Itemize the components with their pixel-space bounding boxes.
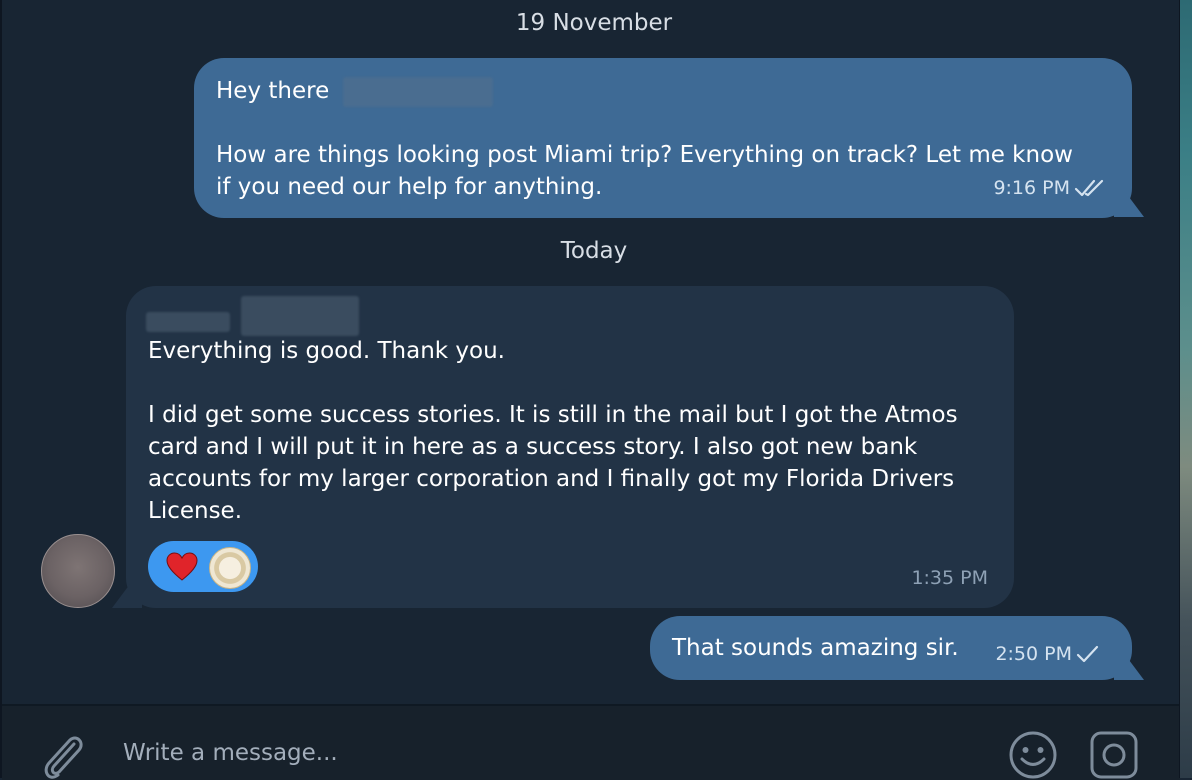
- message-time: 1:35 PM: [911, 567, 988, 589]
- message-input[interactable]: [123, 740, 943, 766]
- outgoing-message[interactable]: Hey there How are things looking post Mi…: [194, 58, 1132, 218]
- message-composer: [2, 704, 1180, 780]
- badge-sticker-icon[interactable]: [209, 547, 251, 589]
- emoji-icon[interactable]: [1008, 730, 1058, 780]
- message-greeting: Hey there: [216, 78, 330, 104]
- paperclip-icon[interactable]: [40, 730, 86, 780]
- message-text: Everything is good. Thank you. I did get…: [148, 338, 958, 524]
- date-separator: 19 November: [515, 10, 673, 36]
- message-meta: 9:16 PM: [993, 172, 1106, 204]
- sent-single-check-icon: [1076, 645, 1099, 663]
- reaction-bar[interactable]: [148, 541, 258, 592]
- window-edge: [0, 0, 2, 778]
- redacted-sender-last: [241, 296, 360, 336]
- message-greeting-line: Hey there: [216, 75, 493, 107]
- heart-icon[interactable]: [166, 552, 198, 582]
- camera-square-icon[interactable]: [1089, 730, 1141, 780]
- incoming-message[interactable]: Everything is good. Thank you. I did get…: [126, 286, 1014, 608]
- sender-name: [146, 296, 360, 336]
- redacted-name: [342, 76, 493, 107]
- message-time: 9:16 PM: [993, 177, 1070, 199]
- message-text: How are things looking post Miami trip? …: [216, 142, 1073, 200]
- message-meta: 2:50 PM: [995, 638, 1100, 670]
- message-time: 2:50 PM: [995, 643, 1072, 665]
- redacted-sender-first: [146, 312, 230, 332]
- desktop-background-strip: [1180, 0, 1192, 778]
- chat-history: 19 November Hey there How are things loo…: [0, 0, 1180, 704]
- read-double-check-icon: [1074, 179, 1104, 197]
- date-separator: Today: [560, 238, 628, 264]
- message-text: That sounds amazing sir.: [672, 635, 959, 661]
- outgoing-message[interactable]: That sounds amazing sir. 2:50 PM: [650, 616, 1132, 680]
- avatar[interactable]: [41, 534, 115, 608]
